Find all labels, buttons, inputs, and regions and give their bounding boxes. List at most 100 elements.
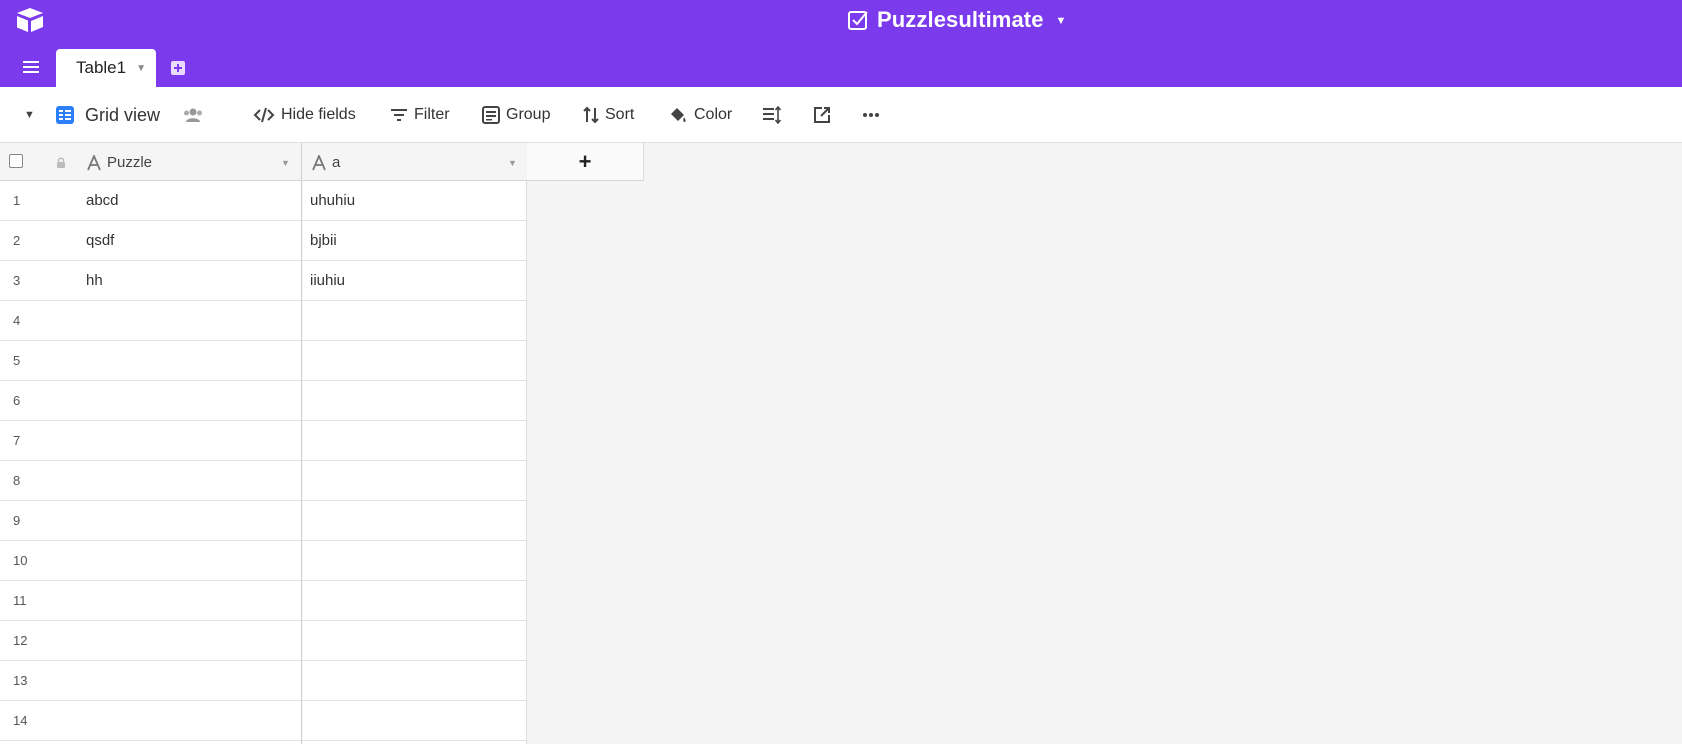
- add-field-button[interactable]: +: [527, 143, 644, 181]
- grid-area: Puzzle ▼ 1 abcd 2 qsdf 3 hh 4 5 6 7 8 9 10 11 12 13 14 a…: [0, 143, 1682, 744]
- table-row[interactable]: 11: [0, 581, 301, 621]
- cell-a[interactable]: bjbii: [310, 232, 337, 249]
- view-toolbar: ▼ Grid view Hide fields Filter Group Sor…: [0, 87, 1682, 143]
- table-row[interactable]: [303, 341, 526, 381]
- table-row[interactable]: [303, 501, 526, 541]
- table-row[interactable]: 9: [0, 501, 301, 541]
- row-height-icon: [763, 106, 782, 124]
- sort-icon: [583, 106, 599, 124]
- row-number: 5: [13, 353, 21, 368]
- column-header-puzzle[interactable]: Puzzle: [87, 154, 152, 171]
- row-number: 4: [13, 313, 21, 328]
- table-row[interactable]: 1 abcd: [0, 181, 301, 221]
- table-row[interactable]: uhuhiu: [303, 181, 526, 221]
- table-row[interactable]: 6: [0, 381, 301, 421]
- share-view-button[interactable]: [813, 87, 831, 143]
- table-row[interactable]: iiuhiu: [303, 261, 526, 301]
- filter-icon: [391, 109, 407, 121]
- hide-fields-button[interactable]: Hide fields: [253, 87, 356, 143]
- chevron-down-icon[interactable]: ▼: [136, 63, 146, 74]
- lock-icon: [57, 157, 65, 168]
- table-row[interactable]: [303, 661, 526, 701]
- fields-pane: a ▼ uhuhiu bjbii iiuhiu: [303, 143, 527, 744]
- tab-table1[interactable]: Table1 ▼: [56, 49, 156, 87]
- column-header-a[interactable]: a: [312, 154, 340, 171]
- group-label: Group: [506, 106, 551, 123]
- grid-view-button[interactable]: Grid view: [55, 87, 160, 143]
- row-number: 6: [13, 393, 21, 408]
- cell-puzzle[interactable]: abcd: [86, 192, 119, 209]
- table-row[interactable]: [303, 461, 526, 501]
- hamburger-menu-icon[interactable]: [20, 58, 42, 76]
- chevron-down-icon[interactable]: ▼: [281, 158, 290, 168]
- grid-view-icon: [56, 106, 74, 124]
- table-row[interactable]: 3 hh: [0, 261, 301, 301]
- tab-label: Table1: [76, 58, 127, 77]
- filter-button[interactable]: Filter: [390, 87, 450, 143]
- table-row[interactable]: 14: [0, 701, 301, 741]
- table-row[interactable]: 7: [0, 421, 301, 461]
- chevron-down-icon: ▼: [1055, 15, 1067, 27]
- view-name: Grid view: [85, 104, 161, 125]
- table-row[interactable]: [303, 701, 526, 741]
- table-row[interactable]: [303, 581, 526, 621]
- collaborators-button[interactable]: [182, 87, 204, 143]
- column-name: Puzzle: [107, 154, 153, 171]
- row-number: 11: [13, 593, 27, 608]
- airtable-logo-icon[interactable]: [15, 7, 45, 33]
- row-number: 8: [13, 473, 21, 488]
- base-title[interactable]: Puzzlesultimate ▼: [847, 6, 1066, 34]
- add-table-icon[interactable]: [170, 60, 186, 76]
- table-row[interactable]: 10: [0, 541, 301, 581]
- sort-label: Sort: [605, 106, 635, 123]
- text-field-icon: [312, 154, 326, 170]
- table-row[interactable]: [303, 381, 526, 421]
- row-height-button[interactable]: [762, 87, 782, 143]
- table-row[interactable]: 4: [0, 301, 301, 341]
- more-horizontal-icon: [863, 113, 879, 117]
- paint-bucket-icon: [671, 108, 686, 122]
- hide-fields-icon: [253, 107, 275, 123]
- table-row[interactable]: 2 qsdf: [0, 221, 301, 261]
- row-number: 1: [13, 193, 21, 208]
- cell-a[interactable]: uhuhiu: [310, 192, 355, 209]
- hide-fields-label: Hide fields: [281, 106, 356, 123]
- table-row[interactable]: [303, 301, 526, 341]
- row-number: 14: [13, 713, 28, 728]
- sort-button[interactable]: Sort: [583, 87, 634, 143]
- table-row[interactable]: [303, 541, 526, 581]
- left-rows: 1 abcd 2 qsdf 3 hh 4 5 6 7 8 9 10 11 12 13 14: [0, 181, 301, 741]
- table-row[interactable]: 5: [0, 341, 301, 381]
- table-row[interactable]: 8: [0, 461, 301, 501]
- cell-a[interactable]: iiuhiu: [310, 272, 345, 289]
- table-row[interactable]: 12: [0, 621, 301, 661]
- cell-puzzle[interactable]: hh: [86, 272, 103, 289]
- group-icon: [482, 106, 500, 124]
- color-label: Color: [694, 106, 733, 123]
- filter-label: Filter: [414, 106, 450, 123]
- triangle-down-icon: ▼: [24, 109, 35, 121]
- view-switcher-button[interactable]: ▼: [24, 87, 35, 143]
- table-row[interactable]: 13: [0, 661, 301, 701]
- top-bar: Puzzlesultimate ▼ Table1 ▼: [0, 0, 1682, 87]
- row-number: 7: [13, 433, 21, 448]
- people-icon: [184, 108, 202, 122]
- cell-puzzle[interactable]: qsdf: [86, 232, 114, 249]
- group-button[interactable]: Group: [482, 87, 550, 143]
- color-button[interactable]: Color: [668, 87, 732, 143]
- select-all-checkbox[interactable]: [9, 154, 23, 168]
- checkbox-icon: [848, 11, 868, 30]
- table-row[interactable]: [303, 621, 526, 661]
- table-row[interactable]: [303, 421, 526, 461]
- more-options-button[interactable]: [862, 87, 880, 143]
- plus-icon: +: [578, 148, 592, 174]
- chevron-down-icon[interactable]: ▼: [508, 158, 517, 168]
- column-name: a: [332, 154, 341, 171]
- primary-field-pane: Puzzle ▼ 1 abcd 2 qsdf 3 hh 4 5 6 7 8 9 10 11 12 13 14: [0, 143, 302, 744]
- header-row-left: Puzzle ▼: [0, 143, 301, 181]
- row-number: 13: [13, 673, 28, 688]
- row-number: 12: [13, 633, 28, 648]
- table-row[interactable]: bjbii: [303, 221, 526, 261]
- row-number: 10: [13, 553, 28, 568]
- row-number: 2: [13, 233, 21, 248]
